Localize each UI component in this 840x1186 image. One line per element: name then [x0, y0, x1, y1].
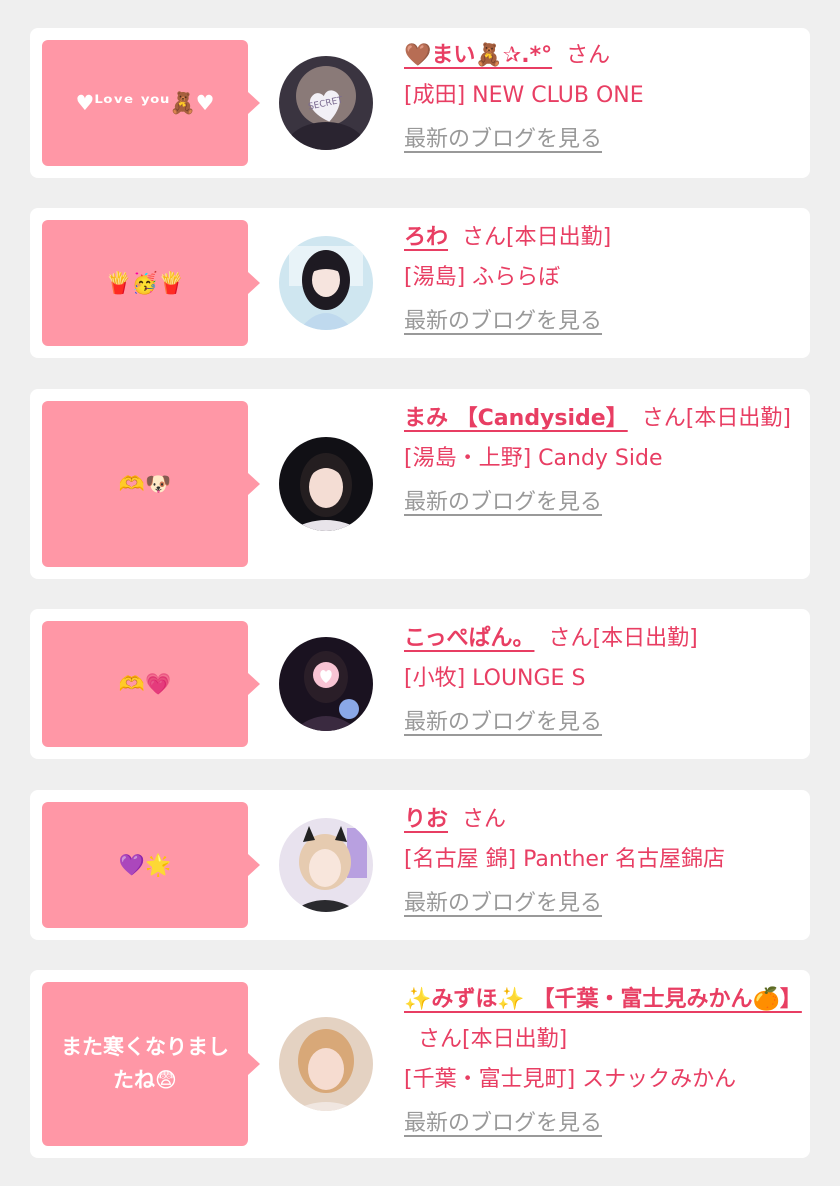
avatar-image — [279, 818, 373, 912]
message-text: また寒くなりましたね😨 — [61, 1035, 229, 1092]
work-status: [本日出勤] — [592, 626, 698, 651]
avatar[interactable] — [279, 637, 373, 731]
cast-name-link[interactable]: こっぺぱん。 — [404, 626, 534, 651]
shop-name: [小牧] LOUNGE S — [404, 666, 586, 691]
work-status: [本日出勤] — [506, 225, 612, 250]
blog-link[interactable]: 最新のブログを見る — [404, 1104, 796, 1144]
avatar[interactable] — [279, 1017, 373, 1111]
cast-info: まみ 【Candyside】 さん[本日出勤] [湯島・上野] Candy Sid… — [404, 399, 796, 523]
cast-info: ろわ さん[本日出勤] [湯島] ふららぼ 最新のブログを見る — [404, 218, 796, 342]
honorific: さん — [548, 626, 593, 651]
honorific: さん — [462, 225, 507, 250]
avatar-image — [279, 236, 373, 330]
honorific: さん — [566, 43, 611, 68]
message-bubble: 🍟🥳🍟 — [42, 220, 260, 346]
cast-card: 🫶🐶 まみ 【Candyside】 さん[本日出勤] [湯島・上野] Candy … — [30, 389, 810, 579]
blog-link[interactable]: 最新のブログを見る — [404, 483, 796, 523]
message-bubble: また寒くなりましたね😨 — [42, 982, 260, 1146]
avatar[interactable]: SECRET — [279, 56, 373, 150]
message-bubble: ♥ᴸᵒᵛᵉ ʸᵒᵘ🧸♥ — [42, 40, 260, 166]
cast-card: 🫶💗 こっぺぱん。 さん[本日出勤] [小牧] LOUNGE S 最新のブログを見… — [30, 609, 810, 759]
shop-name: [成田] NEW CLUB ONE — [404, 83, 644, 108]
cast-card: 🍟🥳🍟 ろわ さん[本日出勤] [湯島] ふららぼ 最新のブログを見る — [30, 208, 810, 358]
message-text: 💜🌟 — [118, 852, 172, 877]
cast-name-link[interactable]: ✨みずほ✨ 【千葉・富士見みかん🍊】 — [404, 987, 802, 1012]
work-status: [本日出勤] — [685, 406, 791, 431]
avatar-image — [279, 437, 373, 531]
avatar-image — [279, 637, 373, 731]
cast-name-link[interactable]: ろわ — [404, 225, 448, 250]
honorific: さん — [418, 1027, 463, 1052]
cast-info: こっぺぱん。 さん[本日出勤] [小牧] LOUNGE S 最新のブログを見る — [404, 619, 796, 743]
message-text: 🫶🐶 — [118, 471, 172, 496]
blog-link[interactable]: 最新のブログを見る — [404, 120, 796, 160]
cast-card: また寒くなりましたね😨 ✨みずほ✨ 【千葉・富士見みかん🍊】さん[本日出勤] [… — [30, 970, 810, 1158]
avatar-image: SECRET — [279, 56, 373, 150]
shop-name: [千葉・富士見町] スナックみかん — [404, 1067, 737, 1092]
message-text: 🍟🥳🍟 — [105, 270, 185, 295]
message-bubble: 💜🌟 — [42, 802, 260, 928]
message-text: 🫶💗 — [118, 671, 172, 696]
cast-card: 💜🌟 りお さん [名古屋 錦] Panther 名古屋錦店 最新のブログを見る — [30, 790, 810, 940]
avatar[interactable] — [279, 437, 373, 531]
message-bubble: 🫶🐶 — [42, 401, 260, 567]
blog-link[interactable]: 最新のブログを見る — [404, 703, 796, 743]
cast-name-link[interactable]: 🤎まい🧸✰.*° — [404, 43, 552, 68]
message-bubble: 🫶💗 — [42, 621, 260, 747]
avatar[interactable] — [279, 818, 373, 912]
avatar-image — [279, 1017, 373, 1111]
work-status: [本日出勤] — [462, 1027, 568, 1052]
blog-link[interactable]: 最新のブログを見る — [404, 302, 796, 342]
shop-name: [名古屋 錦] Panther 名古屋錦店 — [404, 847, 725, 872]
message-text: ♥ᴸᵒᵛᵉ ʸᵒᵘ🧸♥ — [75, 90, 215, 115]
cast-name-link[interactable]: りお — [404, 807, 448, 832]
avatar[interactable] — [279, 236, 373, 330]
shop-name: [湯島・上野] Candy Side — [404, 446, 663, 471]
cast-list: ♥ᴸᵒᵛᵉ ʸᵒᵘ🧸♥ SECRET 🤎まい🧸✰.*° さん [成田] NEW C… — [0, 0, 840, 1186]
cast-info: りお さん [名古屋 錦] Panther 名古屋錦店 最新のブログを見る — [404, 800, 796, 924]
cast-info: ✨みずほ✨ 【千葉・富士見みかん🍊】さん[本日出勤] [千葉・富士見町] スナッ… — [404, 980, 802, 1144]
honorific: さん — [641, 406, 686, 431]
cast-name-link[interactable]: まみ 【Candyside】 — [404, 406, 628, 431]
cast-card: ♥ᴸᵒᵛᵉ ʸᵒᵘ🧸♥ SECRET 🤎まい🧸✰.*° さん [成田] NEW C… — [30, 28, 810, 178]
shop-name: [湯島] ふららぼ — [404, 265, 561, 290]
honorific: さん — [462, 807, 507, 832]
blog-link[interactable]: 最新のブログを見る — [404, 884, 796, 924]
cast-info: 🤎まい🧸✰.*° さん [成田] NEW CLUB ONE 最新のブログを見る — [404, 36, 796, 160]
